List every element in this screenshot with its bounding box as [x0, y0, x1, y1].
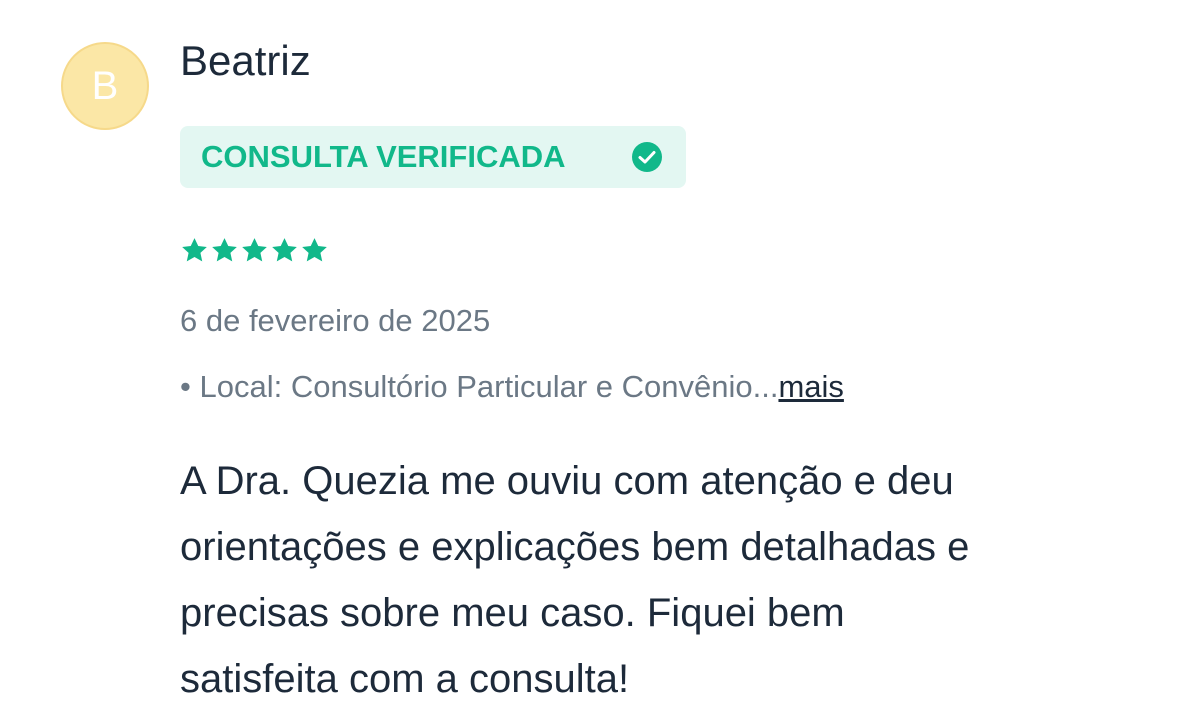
star-icon: [212, 238, 237, 262]
verified-badge-label: CONSULTA VERIFICADA: [201, 139, 566, 174]
star-icon: [272, 238, 297, 262]
more-link[interactable]: mais: [778, 369, 843, 404]
star-icon: [182, 238, 207, 262]
star-rating: [180, 236, 329, 265]
star-icon: [302, 238, 327, 262]
star-icon: [242, 238, 267, 262]
location-text: Local: Consultório Particular e Convênio…: [199, 369, 779, 404]
author-name: Beatriz: [180, 37, 311, 84]
verified-badge: CONSULTA VERIFICADA: [180, 126, 686, 188]
review-text-line: satisfeita com a consulta!: [180, 657, 630, 701]
check-circle-icon: [632, 142, 662, 172]
review-text-line: precisas sobre meu caso. Fiquei bem: [180, 591, 845, 635]
review-date: 6 de fevereiro de 2025: [180, 303, 491, 338]
review-text-line: orientações e explicações bem detalhadas…: [180, 525, 970, 569]
review-text-line: A Dra. Quezia me ouviu com atenção e deu: [180, 459, 954, 503]
avatar-initial: B: [91, 63, 119, 108]
location-bullet: •: [180, 369, 191, 404]
location-line: • Local: Consultório Particular e Convên…: [180, 368, 844, 406]
review-text: A Dra. Quezia me ouviu com atenção e deu…: [180, 448, 1140, 712]
avatar: B: [61, 42, 149, 130]
